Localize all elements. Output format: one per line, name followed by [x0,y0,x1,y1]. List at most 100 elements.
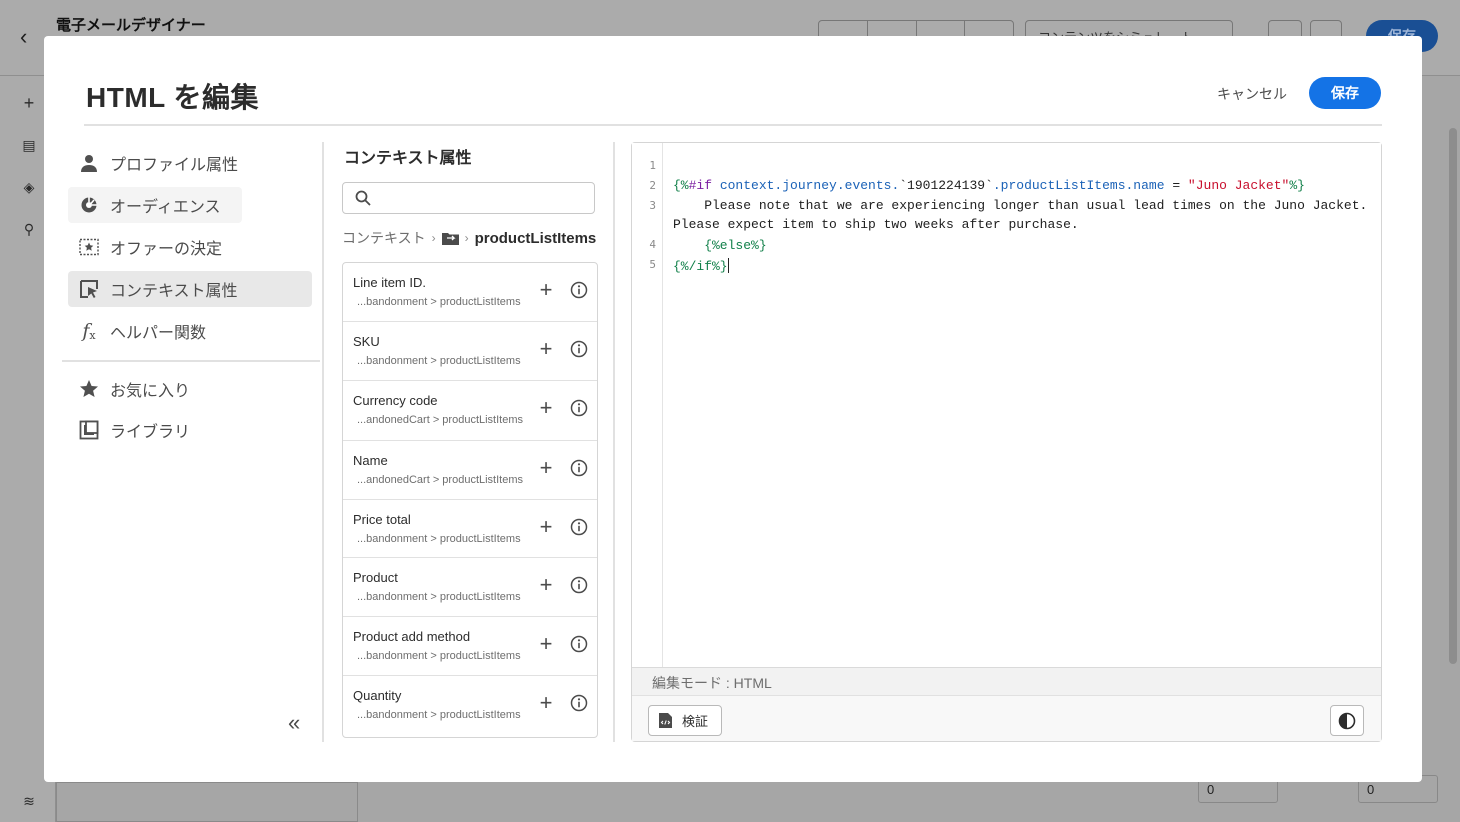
line-number: 2 [649,179,656,192]
list-item[interactable]: SKU ...bandonment > productListItems + [343,322,597,381]
star-icon [78,378,100,400]
line-number: 4 [649,238,656,251]
list-item[interactable]: Product ...bandonment > productListItems… [343,558,597,617]
attribute-path: ...bandonment > productListItems [357,533,521,545]
contrast-icon [1338,712,1356,729]
add-icon[interactable]: + [536,397,556,419]
add-icon[interactable]: + [536,633,556,655]
add-icon: + [23,93,35,113]
nav-item-label: オーディエンス [110,199,221,216]
breadcrumb: コンテキスト › › productListItems [342,228,596,248]
background-title: 電子メールデザイナー [56,17,206,34]
save-button[interactable]: 保存 [1309,77,1381,109]
list-item[interactable]: Price total ...bandonment > productListI… [343,500,597,558]
line-number: 5 [649,258,656,271]
theme-contrast-button[interactable] [1330,705,1364,736]
library-icon [78,419,100,441]
attribute-name: Line item ID. [353,275,426,290]
fragments-icon: ▤ [22,137,36,153]
nav-item-library[interactable]: ライブラリ [68,412,312,448]
add-icon[interactable]: + [536,338,556,360]
list-item[interactable]: Currency code ...andonedCart > productLi… [343,381,597,441]
folder-icon[interactable] [441,232,459,245]
person-icon [78,152,100,174]
cancel-button[interactable]: キャンセル [1204,78,1300,110]
attribute-name: Product [353,570,398,585]
code-line-text-1: Please note that we are experiencing lon… [673,198,1368,213]
nav-item-label: プロファイル属性 [110,157,239,174]
audience-icon [78,194,100,216]
add-icon[interactable]: + [536,279,556,301]
info-icon[interactable] [570,459,588,477]
info-icon[interactable] [570,340,588,358]
add-icon[interactable]: + [536,574,556,596]
info-icon[interactable] [570,576,588,594]
list-item[interactable]: Name ...andonedCart > productListItems + [343,441,597,500]
attribute-name: Currency code [353,393,438,408]
list-item[interactable]: Quantity ...bandonment > productListItem… [343,676,597,737]
search-icon [355,190,371,206]
code-token-attribute: .productListItems.name [992,178,1165,193]
validate-label: 検証 [682,714,709,729]
list-item[interactable]: Product add method ...bandonment > produ… [343,617,597,676]
code-token-endif: {%/if%} [673,259,728,274]
nav-item-favorites[interactable]: お気に入り [68,371,312,407]
layers-icon: ◈ [23,179,35,195]
background-bottom-panel [56,782,358,822]
code-token-close: %} [1289,178,1305,193]
html-code-editor: 1 2 3 4 5 {%#if context.journey.events.`… [631,142,1382,742]
attribute-name: SKU [353,334,380,349]
nav-item-offer-decisions[interactable]: オファーの決定 [68,229,312,265]
code-token-event-id: `1901224139` [899,178,993,193]
code-line-text-2: Please expect item to ship two weeks aft… [673,217,1079,232]
attribute-path: ...bandonment > productListItems [357,650,521,662]
validate-code-icon [659,713,672,728]
editor-toolbar: 検証 [632,695,1381,741]
code-line-endif: {%/if%} [673,258,729,274]
add-icon[interactable]: + [536,457,556,479]
info-icon[interactable] [570,518,588,536]
code-area[interactable]: 1 2 3 4 5 {%#if context.journey.events.`… [632,143,1381,667]
nav-item-label: お気に入り [110,383,191,400]
attribute-path: ...bandonment > productListItems [357,591,521,603]
breadcrumb-root[interactable]: コンテキスト [342,228,426,248]
column-divider [613,142,615,742]
header-divider [84,124,1382,126]
nav-item-audiences[interactable]: オーディエンス [68,187,242,223]
text-cursor [727,258,729,273]
search-input[interactable] [379,187,587,209]
chevron-right-icon: › [431,231,436,245]
nav-item-context-attributes[interactable]: コンテキスト属性 [68,271,312,307]
attribute-name: Price total [353,512,411,527]
nav-item-label: オファーの決定 [110,241,223,258]
list-item[interactable]: Line item ID. ...bandonment > productLis… [343,263,597,322]
back-icon[interactable]: ‹ [20,24,27,50]
search-field[interactable] [342,182,595,214]
function-icon: 𝑓x [82,320,96,342]
nav-item-helper-functions[interactable]: 𝑓x ヘルパー関数 [68,313,312,349]
offer-icon [78,236,100,258]
nav-item-profile-attributes[interactable]: プロファイル属性 [68,145,312,181]
navigation-tree-icon: ≋ [23,793,35,809]
info-icon[interactable] [570,635,588,653]
attribute-path: ...andonedCart > productListItems [357,474,524,486]
attribute-path: ...andonedCart > productListItems [357,414,524,426]
add-icon[interactable]: + [536,516,556,538]
validate-button[interactable]: 検証 [648,705,722,736]
attribute-path: ...bandonment > productListItems [357,296,521,308]
code-token-string: "Juno Jacket" [1187,178,1290,193]
info-icon[interactable] [570,399,588,417]
edit-html-modal: HTML を編集 キャンセル 保存 プロファイル属性 オーディエンス オファーの… [44,36,1422,782]
attribute-name: Quantity [353,688,402,703]
add-icon[interactable]: + [536,692,556,714]
info-icon[interactable] [570,281,588,299]
double-chevron-left-icon[interactable]: « [288,710,300,736]
attribute-list: Line item ID. ...bandonment > productLis… [342,262,598,738]
context-cursor-icon [78,278,100,300]
info-icon[interactable] [570,694,588,712]
attribute-path: ...bandonment > productListItems [357,355,521,367]
background-scrollbar [1449,128,1457,664]
nav-item-label: コンテキスト属性 [110,283,238,300]
nav-item-label: ライブラリ [110,424,191,441]
column-divider [322,142,324,742]
